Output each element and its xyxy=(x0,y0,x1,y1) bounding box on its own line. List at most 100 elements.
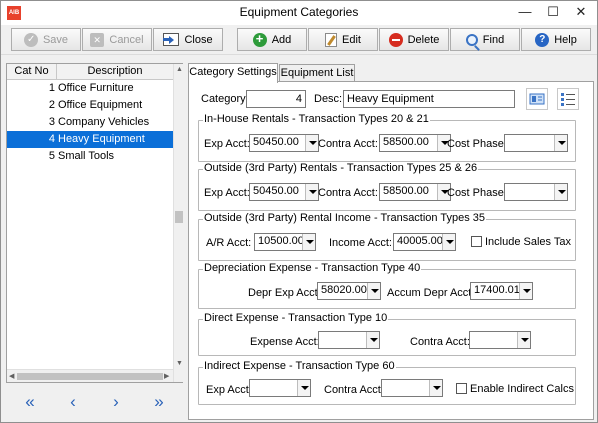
cat-no: 1 xyxy=(48,82,55,94)
exp-acct-label: Exp Acct: xyxy=(204,187,250,199)
chevron-down-icon xyxy=(517,332,530,348)
direct-contra-acct-select[interactable] xyxy=(469,331,531,349)
inhouse-exp-acct-select[interactable]: 50450.00 xyxy=(249,134,319,152)
minus-icon xyxy=(388,32,403,47)
cost-phase-label: Cost Phase: xyxy=(447,187,507,199)
indirect-exp-acct-select[interactable] xyxy=(249,379,311,397)
tab-category-settings[interactable]: Category Settings xyxy=(188,63,278,83)
category-number-field[interactable]: 4 xyxy=(246,90,306,108)
col-header-cat-no[interactable]: Cat No xyxy=(7,65,56,77)
help-button[interactable]: Help xyxy=(521,28,591,51)
outside-contra-acct-select[interactable]: 58500.00 xyxy=(379,183,451,201)
outside-exp-acct-select[interactable]: 50450.00 xyxy=(249,183,319,201)
list-item[interactable]: 5 Small Tools xyxy=(7,148,173,165)
cancel-button[interactable]: Cancel xyxy=(82,28,152,51)
horizontal-scrollbar[interactable]: ◀ ▶ xyxy=(7,369,173,382)
direct-expense-acct-select[interactable] xyxy=(318,331,380,349)
title-bar: AIB Equipment Categories — ☐ ✕ xyxy=(1,1,597,25)
desc-label: Desc: xyxy=(314,93,343,105)
cat-desc: Office Furniture xyxy=(58,82,134,94)
help-label: Help xyxy=(554,33,577,46)
plus-icon xyxy=(252,32,267,47)
contra-acct-label: Contra Acct: xyxy=(318,138,378,150)
contra-acct-label: Contra Acct: xyxy=(318,187,378,199)
depr-exp-acct-select[interactable]: 58020.00 xyxy=(317,282,381,300)
chevron-down-icon xyxy=(429,380,442,396)
include-sales-tax-label: Include Sales Tax xyxy=(485,236,572,248)
accum-depr-acct-label: Accum Depr Acct: xyxy=(387,287,475,299)
horizontal-scroll-thumb[interactable] xyxy=(17,373,163,380)
cat-no: 5 xyxy=(48,150,55,162)
list-item[interactable]: 1 Office Furniture xyxy=(7,80,173,97)
chevron-down-icon xyxy=(519,283,532,299)
next-record-button[interactable]: › xyxy=(96,391,136,415)
exp-acct-label: Exp Acct: xyxy=(204,138,250,150)
contra-acct-label: Contra Acct: xyxy=(410,336,470,348)
cost-phase-label: Cost Phase: xyxy=(447,138,507,150)
scroll-down-icon[interactable]: ▼ xyxy=(176,360,183,367)
list-header: Cat No Description xyxy=(7,64,173,80)
category-list: Cat No Description 1 Office Furniture 2 … xyxy=(6,63,183,383)
check-icon xyxy=(23,32,38,47)
group-title: Depreciation Expense - Transaction Type … xyxy=(203,262,422,274)
cancel-label: Cancel xyxy=(109,33,144,46)
category-label: Category: xyxy=(201,93,249,105)
list-item[interactable]: 2 Office Equipment xyxy=(7,97,173,114)
exp-acct-label: Exp Acct: xyxy=(206,384,252,396)
exit-arrow-icon xyxy=(163,33,180,46)
prev-record-button[interactable]: ‹ xyxy=(53,391,93,415)
save-button[interactable]: Save xyxy=(11,28,81,51)
add-button[interactable]: Add xyxy=(237,28,307,51)
outside-cost-phase-select[interactable] xyxy=(504,183,568,201)
minimize-button[interactable]: — xyxy=(511,1,539,23)
list-item-selected[interactable]: 4 Heavy Equipment xyxy=(7,131,173,148)
description-field[interactable]: Heavy Equipment xyxy=(343,90,515,108)
chevron-down-icon xyxy=(442,234,455,250)
accum-depr-acct-select[interactable]: 17400.01 xyxy=(470,282,533,300)
vertical-scrollbar[interactable]: ▲ ▼ xyxy=(173,64,183,382)
scroll-right-icon[interactable]: ▶ xyxy=(164,372,169,380)
question-icon xyxy=(535,32,550,47)
enable-indirect-calcs-checkbox[interactable] xyxy=(456,383,467,394)
income-acct-label: Income Acct: xyxy=(329,237,392,249)
list-view-icon xyxy=(561,93,575,106)
group-title: Outside (3rd Party) Rental Income - Tran… xyxy=(203,212,487,224)
ar-acct-select[interactable]: 10500.00 xyxy=(254,233,316,251)
magnifier-icon xyxy=(465,33,478,46)
cat-desc: Small Tools xyxy=(58,150,115,162)
toolbar: Save Cancel Close Add Edit Delete Find xyxy=(1,25,597,55)
edit-button[interactable]: Edit xyxy=(308,28,378,51)
card-view-icon xyxy=(529,93,545,105)
equipment-categories-window: AIB Equipment Categories — ☐ ✕ Save Canc… xyxy=(0,0,598,423)
find-label: Find xyxy=(482,33,505,46)
card-view-button[interactable] xyxy=(526,88,548,110)
chevron-down-icon xyxy=(366,332,379,348)
window-close-button[interactable]: ✕ xyxy=(567,1,595,23)
indirect-contra-acct-select[interactable] xyxy=(381,379,443,397)
list-item[interactable]: 3 Company Vehicles xyxy=(7,114,173,131)
depr-exp-acct-label: Depr Exp Acct: xyxy=(248,287,321,299)
include-sales-tax-checkbox[interactable] xyxy=(471,236,482,247)
inhouse-cost-phase-select[interactable] xyxy=(504,134,568,152)
income-acct-select[interactable]: 40005.00 xyxy=(393,233,456,251)
scroll-left-icon[interactable]: ◀ xyxy=(9,372,14,380)
group-title: Outside (3rd Party) Rentals - Transactio… xyxy=(203,162,479,174)
close-label: Close xyxy=(184,33,213,46)
close-button[interactable]: Close xyxy=(153,28,223,51)
scroll-up-icon[interactable]: ▲ xyxy=(176,66,183,73)
ar-acct-label: A/R Acct: xyxy=(206,237,252,249)
col-header-description[interactable]: Description xyxy=(57,65,173,77)
cat-desc: Company Vehicles xyxy=(58,116,150,128)
vertical-scroll-thumb[interactable] xyxy=(175,211,183,223)
chevron-down-icon xyxy=(305,135,318,151)
inhouse-contra-acct-select[interactable]: 58500.00 xyxy=(379,134,451,152)
list-view-button[interactable] xyxy=(557,88,579,110)
cat-no: 3 xyxy=(48,116,55,128)
maximize-button[interactable]: ☐ xyxy=(539,1,567,23)
last-record-button[interactable]: » xyxy=(139,391,179,415)
cat-no: 2 xyxy=(48,99,55,111)
delete-button[interactable]: Delete xyxy=(379,28,449,51)
first-record-button[interactable]: « xyxy=(10,391,50,415)
find-button[interactable]: Find xyxy=(450,28,520,51)
contra-acct-label: Contra Acct: xyxy=(324,384,384,396)
